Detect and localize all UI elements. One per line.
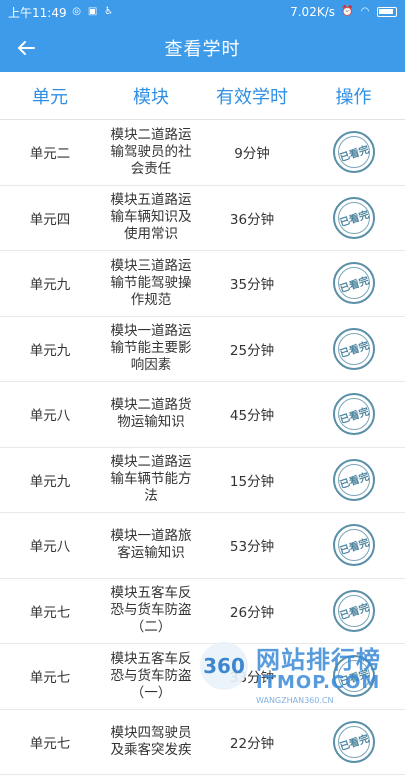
stamp-label: 已看完: [337, 402, 370, 426]
unit-cell: 单元七: [0, 666, 100, 686]
notification-icon: ◎: [71, 6, 83, 18]
module-cell: 模块一道路旅客运输知识: [100, 528, 202, 562]
module-cell: 模块四驾驶员及乘客突发疾: [100, 725, 202, 759]
alarm-icon: ⏰: [341, 6, 353, 18]
module-cell: 模块二道路运输驾驶员的社会责任: [100, 127, 202, 178]
accessibility-icon: ♿: [103, 6, 115, 18]
watched-stamp[interactable]: 已看完: [333, 262, 375, 304]
watched-stamp[interactable]: 已看完: [333, 524, 375, 566]
table-row: 单元二 模块二道路运输驾驶员的社会责任 9分钟 已看完: [0, 120, 405, 186]
table-row: 单元八 模块二道路货物运输知识 45分钟 已看完: [0, 382, 405, 448]
table-row: 单元九 模块一道路运输节能主要影响因素 25分钟 已看完: [0, 317, 405, 383]
watched-stamp[interactable]: 已看完: [333, 393, 375, 435]
status-bar: 上午11:49 ◎ ▣ ♿ 7.02K/s ⏰ ◠: [0, 0, 405, 24]
watched-stamp[interactable]: 已看完: [333, 590, 375, 632]
table-header: 单元 模块 有效学时 操作: [0, 72, 405, 120]
hours-cell: 53分钟: [202, 535, 302, 555]
unit-cell: 单元七: [0, 601, 100, 621]
module-cell: 模块三道路运输节能驾驶操作规范: [100, 258, 202, 309]
battery-icon: [377, 7, 397, 17]
watched-stamp[interactable]: 已看完: [333, 721, 375, 763]
stamp-label: 已看完: [337, 206, 370, 230]
stamp-label: 已看完: [337, 599, 370, 623]
module-cell: 模块一道路运输节能主要影响因素: [100, 323, 202, 374]
study-hours-list: 单元二 模块二道路运输驾驶员的社会责任 9分钟 已看完 单元四 模块五道路运输车…: [0, 120, 405, 775]
table-row: 单元四 模块五道路运输车辆知识及使用常识 36分钟 已看完: [0, 186, 405, 252]
status-time: 上午11:49: [8, 4, 67, 21]
hours-cell: 25分钟: [202, 339, 302, 359]
hours-cell: 36分钟: [202, 208, 302, 228]
stamp-label: 已看完: [337, 140, 370, 164]
module-cell: 模块二道路运输车辆节能方法: [100, 454, 202, 505]
stamp-label: 已看完: [337, 337, 370, 361]
hours-cell: 26分钟: [202, 601, 302, 621]
unit-cell: 单元八: [0, 535, 100, 555]
unit-cell: 单元二: [0, 142, 100, 162]
app-header: 查看学时: [0, 24, 405, 72]
app-icon: ▣: [87, 6, 99, 18]
watched-stamp[interactable]: 已看完: [333, 328, 375, 370]
module-cell: 模块五道路运输车辆知识及使用常识: [100, 192, 202, 243]
column-header-module: 模块: [100, 83, 202, 109]
wifi-icon: ◠: [359, 6, 371, 18]
page-title: 查看学时: [165, 35, 241, 61]
table-row: 单元七 模块五客车反恐与货车防盗（一） 33分钟 已看完: [0, 644, 405, 710]
stamp-label: 已看完: [337, 271, 370, 295]
hours-cell: 33分钟: [202, 666, 302, 686]
column-header-hours: 有效学时: [202, 83, 302, 109]
module-cell: 模块五客车反恐与货车防盗（二）: [100, 585, 202, 636]
stamp-label: 已看完: [337, 730, 370, 754]
watched-stamp[interactable]: 已看完: [333, 197, 375, 239]
hours-cell: 15分钟: [202, 470, 302, 490]
unit-cell: 单元九: [0, 273, 100, 293]
network-speed: 7.02K/s: [290, 5, 335, 19]
hours-cell: 35分钟: [202, 273, 302, 293]
hours-cell: 22分钟: [202, 732, 302, 752]
watched-stamp[interactable]: 已看完: [333, 131, 375, 173]
column-header-unit: 单元: [0, 83, 100, 109]
unit-cell: 单元九: [0, 339, 100, 359]
module-cell: 模块五客车反恐与货车防盗（一）: [100, 651, 202, 702]
watched-stamp[interactable]: 已看完: [333, 459, 375, 501]
module-cell: 模块二道路货物运输知识: [100, 397, 202, 431]
table-row: 单元七 模块四驾驶员及乘客突发疾 22分钟 已看完: [0, 710, 405, 775]
table-row: 单元九 模块二道路运输车辆节能方法 15分钟 已看完: [0, 448, 405, 514]
unit-cell: 单元七: [0, 732, 100, 752]
hours-cell: 45分钟: [202, 404, 302, 424]
hours-cell: 9分钟: [202, 142, 302, 162]
unit-cell: 单元八: [0, 404, 100, 424]
unit-cell: 单元四: [0, 208, 100, 228]
stamp-label: 已看完: [337, 468, 370, 492]
back-arrow-icon[interactable]: [14, 36, 38, 60]
stamp-label: 已看完: [337, 664, 370, 688]
stamp-label: 已看完: [337, 533, 370, 557]
watched-stamp[interactable]: 已看完: [333, 655, 375, 697]
table-row: 单元七 模块五客车反恐与货车防盗（二） 26分钟 已看完: [0, 579, 405, 645]
column-header-action: 操作: [302, 83, 405, 109]
table-row: 单元九 模块三道路运输节能驾驶操作规范 35分钟 已看完: [0, 251, 405, 317]
unit-cell: 单元九: [0, 470, 100, 490]
table-row: 单元八 模块一道路旅客运输知识 53分钟 已看完: [0, 513, 405, 579]
